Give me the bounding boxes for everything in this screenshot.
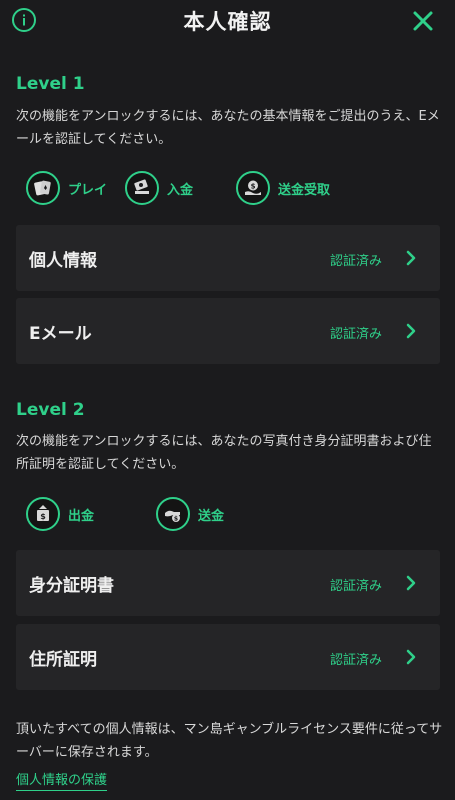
row-id-document[interactable]: 身分証明書 認証済み [16, 550, 440, 616]
feature-send: $ 送金 [156, 496, 224, 532]
row-label: 住所証明 [29, 650, 97, 670]
feature-deposit: 入金 [125, 170, 193, 206]
header: 本人確認 [0, 0, 455, 44]
feature-receive: $ 送金受取 [236, 170, 330, 206]
status-badge: 認証済み [329, 254, 382, 269]
status-badge: 認証済み [329, 579, 382, 594]
send-money-icon: $ [156, 497, 190, 531]
cards-icon [26, 171, 60, 205]
level1-description: 次の機能をアンロックするには、あなたの基本情報をご提出のうえ、Eメールを認証して… [16, 109, 440, 147]
chevron-right-icon [406, 649, 416, 665]
svg-text:$: $ [174, 516, 178, 523]
chevron-right-icon [406, 575, 416, 591]
feature-withdraw: $ 出金 [26, 496, 94, 532]
deposit-icon [125, 171, 159, 205]
row-label: Eメール [29, 324, 92, 344]
close-button[interactable] [412, 10, 434, 32]
status-badge: 認証済み [329, 327, 382, 342]
status-badge: 認証済み [329, 653, 382, 668]
footer-note: 頂いたすべての個人情報は、マン島ギャンブルライセンス要件に従ってサーバーに保存さ… [16, 722, 443, 760]
row-label: 身分証明書 [29, 576, 114, 596]
svg-text:$: $ [40, 512, 46, 521]
privacy-link[interactable]: 個人情報の保護 [16, 769, 108, 791]
feature-label: 出金 [68, 508, 95, 524]
row-email[interactable]: Eメール 認証済み [16, 298, 440, 364]
chevron-right-icon [406, 323, 416, 339]
close-icon [413, 11, 433, 31]
row-personal-info[interactable]: 個人情報 認証済み [16, 225, 440, 291]
page-title: 本人確認 [183, 10, 272, 34]
feature-label: 送金 [198, 508, 225, 524]
receive-money-icon: $ [236, 171, 270, 205]
feature-play: プレイ [26, 170, 107, 206]
level1-title: Level 1 [16, 74, 85, 94]
feature-label: 入金 [167, 182, 194, 198]
feature-label: プレイ [68, 182, 108, 198]
svg-text:$: $ [251, 183, 256, 191]
row-address-proof[interactable]: 住所証明 認証済み [16, 624, 440, 690]
level2-title: Level 2 [16, 400, 85, 420]
feature-label: 送金受取 [278, 182, 331, 198]
withdraw-icon: $ [26, 497, 60, 531]
row-label: 個人情報 [29, 251, 97, 271]
level2-description: 次の機能をアンロックするには、あなたの写真付き身分証明書および住所証明を認証して… [16, 434, 432, 472]
chevron-right-icon [406, 250, 416, 266]
